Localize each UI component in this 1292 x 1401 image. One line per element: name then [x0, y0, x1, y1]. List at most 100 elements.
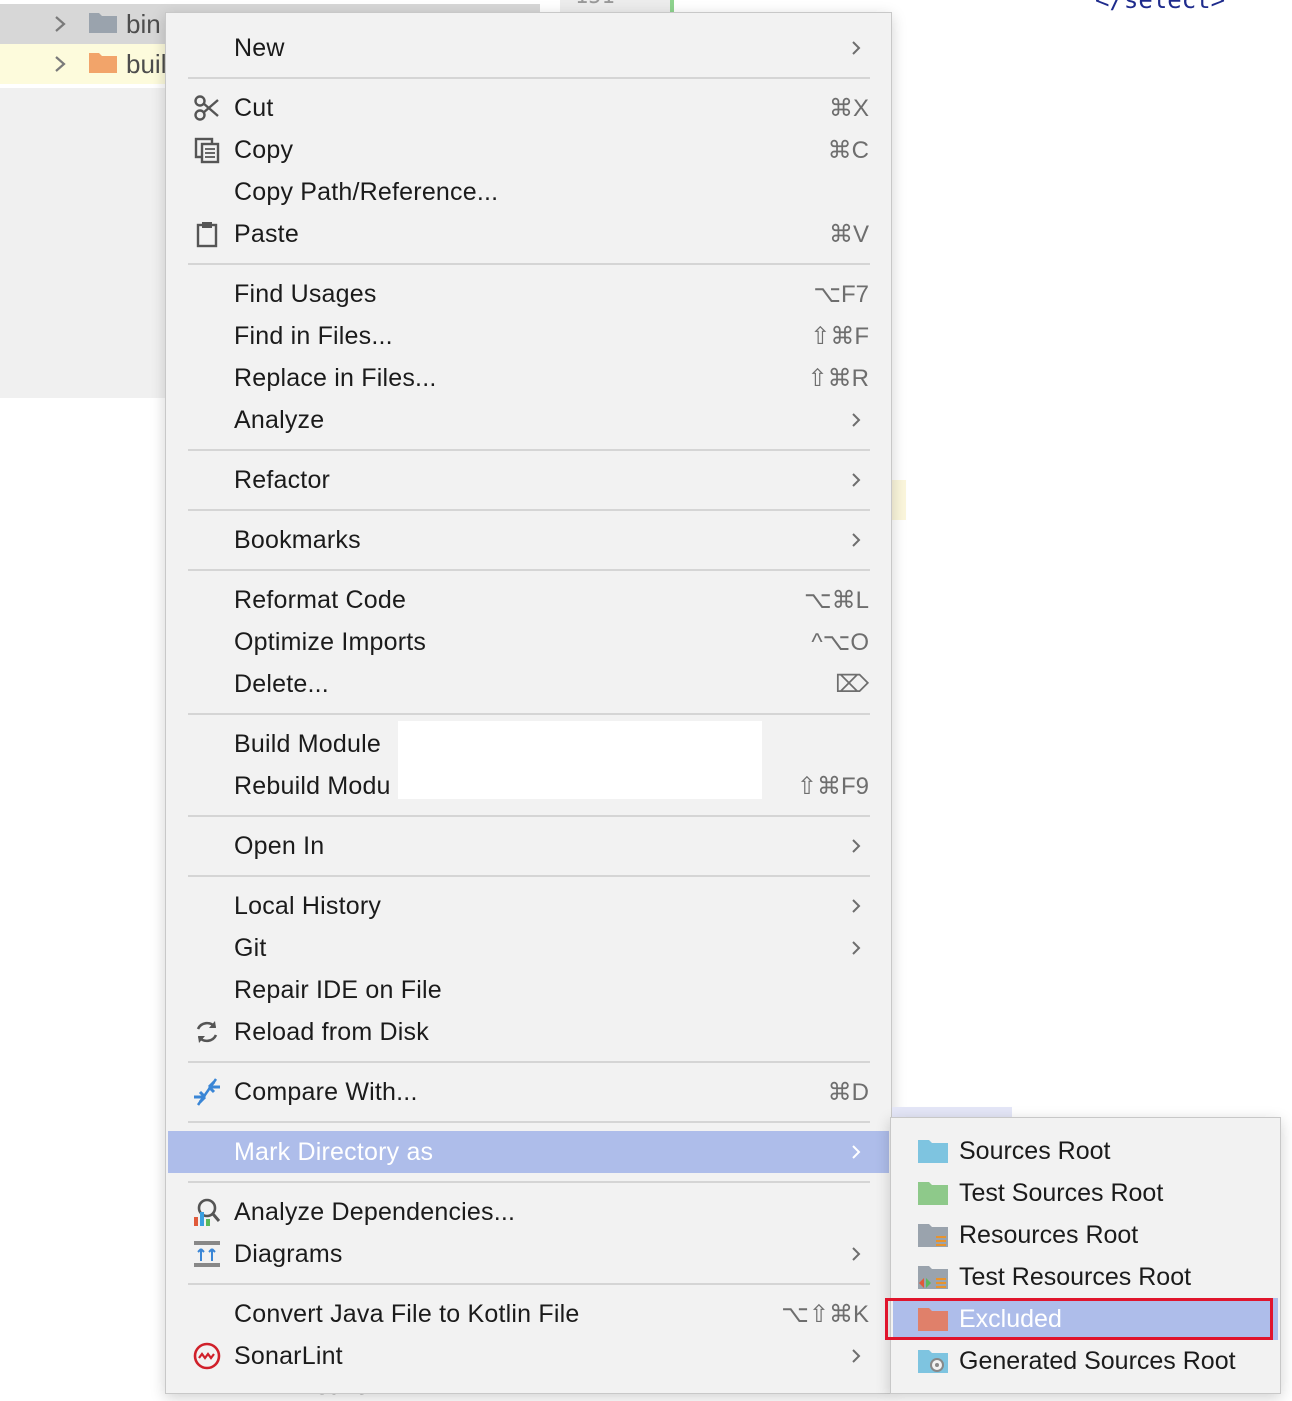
- menu-separator: [188, 1283, 870, 1285]
- menu-item-label: Reformat Code: [234, 585, 407, 614]
- menu-item-label: Replace in Files...: [234, 363, 437, 392]
- project-tree-background: [0, 88, 165, 398]
- context-menu: New Cut ⌘X Copy ⌘C Copy Path/Reference..…: [165, 12, 892, 1394]
- menu-separator: [188, 509, 870, 511]
- menu-item-label: Refactor: [234, 465, 331, 494]
- menu-item-delete[interactable]: Delete... ⌦: [168, 663, 889, 705]
- submenu-item-test-resources-root[interactable]: Test Resources Root: [893, 1256, 1278, 1298]
- menu-item-optimize-imports[interactable]: Optimize Imports ^⌥O: [168, 621, 889, 663]
- menu-item-label: Analyze Dependencies...: [234, 1197, 516, 1226]
- menu-separator: [188, 263, 870, 265]
- menu-item-paste[interactable]: Paste ⌘V: [168, 213, 889, 255]
- menu-item-open-in[interactable]: Open In: [168, 825, 889, 867]
- menu-item-cut[interactable]: Cut ⌘X: [168, 87, 889, 129]
- redaction-box: [398, 721, 762, 799]
- menu-item-label: New: [234, 33, 285, 62]
- menu-item-shortcut: ⌘V: [828, 220, 869, 248]
- menu-item-label: Optimize Imports: [234, 627, 427, 656]
- chevron-right-icon: [852, 41, 861, 55]
- menu-item-analyze-dependencies[interactable]: Analyze Dependencies...: [168, 1191, 889, 1233]
- analyze-dependencies-icon: [192, 1197, 222, 1227]
- submenu-item-resources-root[interactable]: Resources Root: [893, 1214, 1278, 1256]
- scissors-icon: [192, 93, 222, 123]
- menu-item-sonarlint[interactable]: SonarLint: [168, 1335, 889, 1377]
- submenu-item-test-sources-root[interactable]: Test Sources Root: [893, 1172, 1278, 1214]
- menu-item-shortcut: ⇧⌘F9: [796, 772, 869, 800]
- test-sources-root-folder-icon: [918, 1182, 948, 1205]
- submenu-item-generated-sources-root[interactable]: Generated Sources Root: [893, 1340, 1278, 1382]
- menu-item-shortcut: ⇧⌘F: [810, 322, 869, 350]
- menu-item-label: Build Module: [234, 729, 381, 758]
- editor-highlight: [890, 480, 906, 520]
- menu-item-shortcut: ^⌥O: [811, 628, 869, 656]
- chevron-right-icon: [852, 1349, 861, 1363]
- chevron-right-icon: [852, 839, 861, 853]
- menu-item-reformat-code[interactable]: Reformat Code ⌥⌘L: [168, 579, 889, 621]
- menu-separator: [188, 815, 870, 817]
- menu-item-label: Mark Directory as: [234, 1137, 434, 1166]
- editor-code-line: </select>: [1095, 0, 1226, 14]
- folder-icon: [88, 50, 118, 79]
- menu-separator: [188, 713, 870, 715]
- menu-item-refactor[interactable]: Refactor: [168, 459, 889, 501]
- chevron-right-icon: [852, 941, 861, 955]
- menu-item-compare-with[interactable]: Compare With... ⌘D: [168, 1071, 889, 1113]
- menu-item-label: Git: [234, 933, 267, 962]
- generated-sources-root-folder-icon: [918, 1350, 948, 1373]
- menu-separator: [188, 1181, 870, 1183]
- menu-item-label: Copy Path/Reference...: [234, 177, 499, 206]
- chevron-right-icon: [852, 1145, 861, 1159]
- menu-item-bookmarks[interactable]: Bookmarks: [168, 519, 889, 561]
- menu-item-label: SonarLint: [234, 1341, 343, 1370]
- submenu-item-label: Generated Sources Root: [959, 1346, 1236, 1375]
- submenu-item-sources-root[interactable]: Sources Root: [893, 1130, 1278, 1172]
- menu-item-label: Find in Files...: [234, 321, 393, 350]
- menu-item-label: Paste: [234, 219, 299, 248]
- folder-icon: [88, 10, 118, 39]
- submenu-shadow: [892, 1107, 1012, 1117]
- annotation-highlight-box: [885, 1298, 1273, 1340]
- submenu-item-label: Resources Root: [959, 1220, 1139, 1249]
- menu-item-copy[interactable]: Copy ⌘C: [168, 129, 889, 171]
- menu-item-analyze[interactable]: Analyze: [168, 399, 889, 441]
- chevron-right-icon: [852, 899, 861, 913]
- chevron-right-icon[interactable]: [50, 54, 70, 74]
- menu-item-shortcut: ⌘C: [827, 136, 869, 164]
- menu-item-label: Diagrams: [234, 1239, 343, 1268]
- menu-item-shortcut: ⌘D: [827, 1078, 869, 1106]
- menu-item-label: Open In: [234, 831, 325, 860]
- menu-item-copy-path-reference[interactable]: Copy Path/Reference...: [168, 171, 889, 213]
- chevron-right-icon: [852, 473, 861, 487]
- chevron-right-icon: [852, 1247, 861, 1261]
- submenu-item-label: Sources Root: [959, 1136, 1111, 1165]
- menu-item-diagrams[interactable]: Diagrams: [168, 1233, 889, 1275]
- menu-item-git[interactable]: Git: [168, 927, 889, 969]
- menu-separator: [188, 569, 870, 571]
- diagram-icon: [192, 1239, 222, 1269]
- chevron-right-icon[interactable]: [50, 14, 70, 34]
- menu-item-mark-directory-as[interactable]: Mark Directory as: [168, 1131, 889, 1173]
- menu-item-label: Cut: [234, 93, 274, 122]
- menu-item-shortcut: ⇧⌘R: [807, 364, 869, 392]
- menu-item-label: Reload from Disk: [234, 1017, 429, 1046]
- test-resources-root-folder-icon: [918, 1266, 948, 1289]
- menu-item-repair-ide-on-file[interactable]: Repair IDE on File: [168, 969, 889, 1011]
- submenu-item-label: Test Resources Root: [959, 1262, 1192, 1291]
- menu-item-replace-in-files[interactable]: Replace in Files... ⇧⌘R: [168, 357, 889, 399]
- menu-item-reload-from-disk[interactable]: Reload from Disk: [168, 1011, 889, 1053]
- menu-item-new[interactable]: New: [168, 27, 889, 69]
- submenu-item-label: Test Sources Root: [959, 1178, 1164, 1207]
- copy-icon: [192, 135, 222, 165]
- menu-item-find-usages[interactable]: Find Usages ⌥F7: [168, 273, 889, 315]
- menu-item-label: Analyze: [234, 405, 325, 434]
- menu-separator: [188, 449, 870, 451]
- menu-item-local-history[interactable]: Local History: [168, 885, 889, 927]
- menu-separator: [188, 1121, 870, 1123]
- menu-item-convert-java-to-kotlin[interactable]: Convert Java File to Kotlin File ⌥⇧⌘K: [168, 1293, 889, 1335]
- menu-item-find-in-files[interactable]: Find in Files... ⇧⌘F: [168, 315, 889, 357]
- menu-item-label: Copy: [234, 135, 294, 164]
- menu-item-label: Delete...: [234, 669, 329, 698]
- menu-item-shortcut: ⌥⇧⌘K: [781, 1300, 869, 1328]
- menu-separator: [188, 875, 870, 877]
- clipboard-icon: [192, 219, 222, 249]
